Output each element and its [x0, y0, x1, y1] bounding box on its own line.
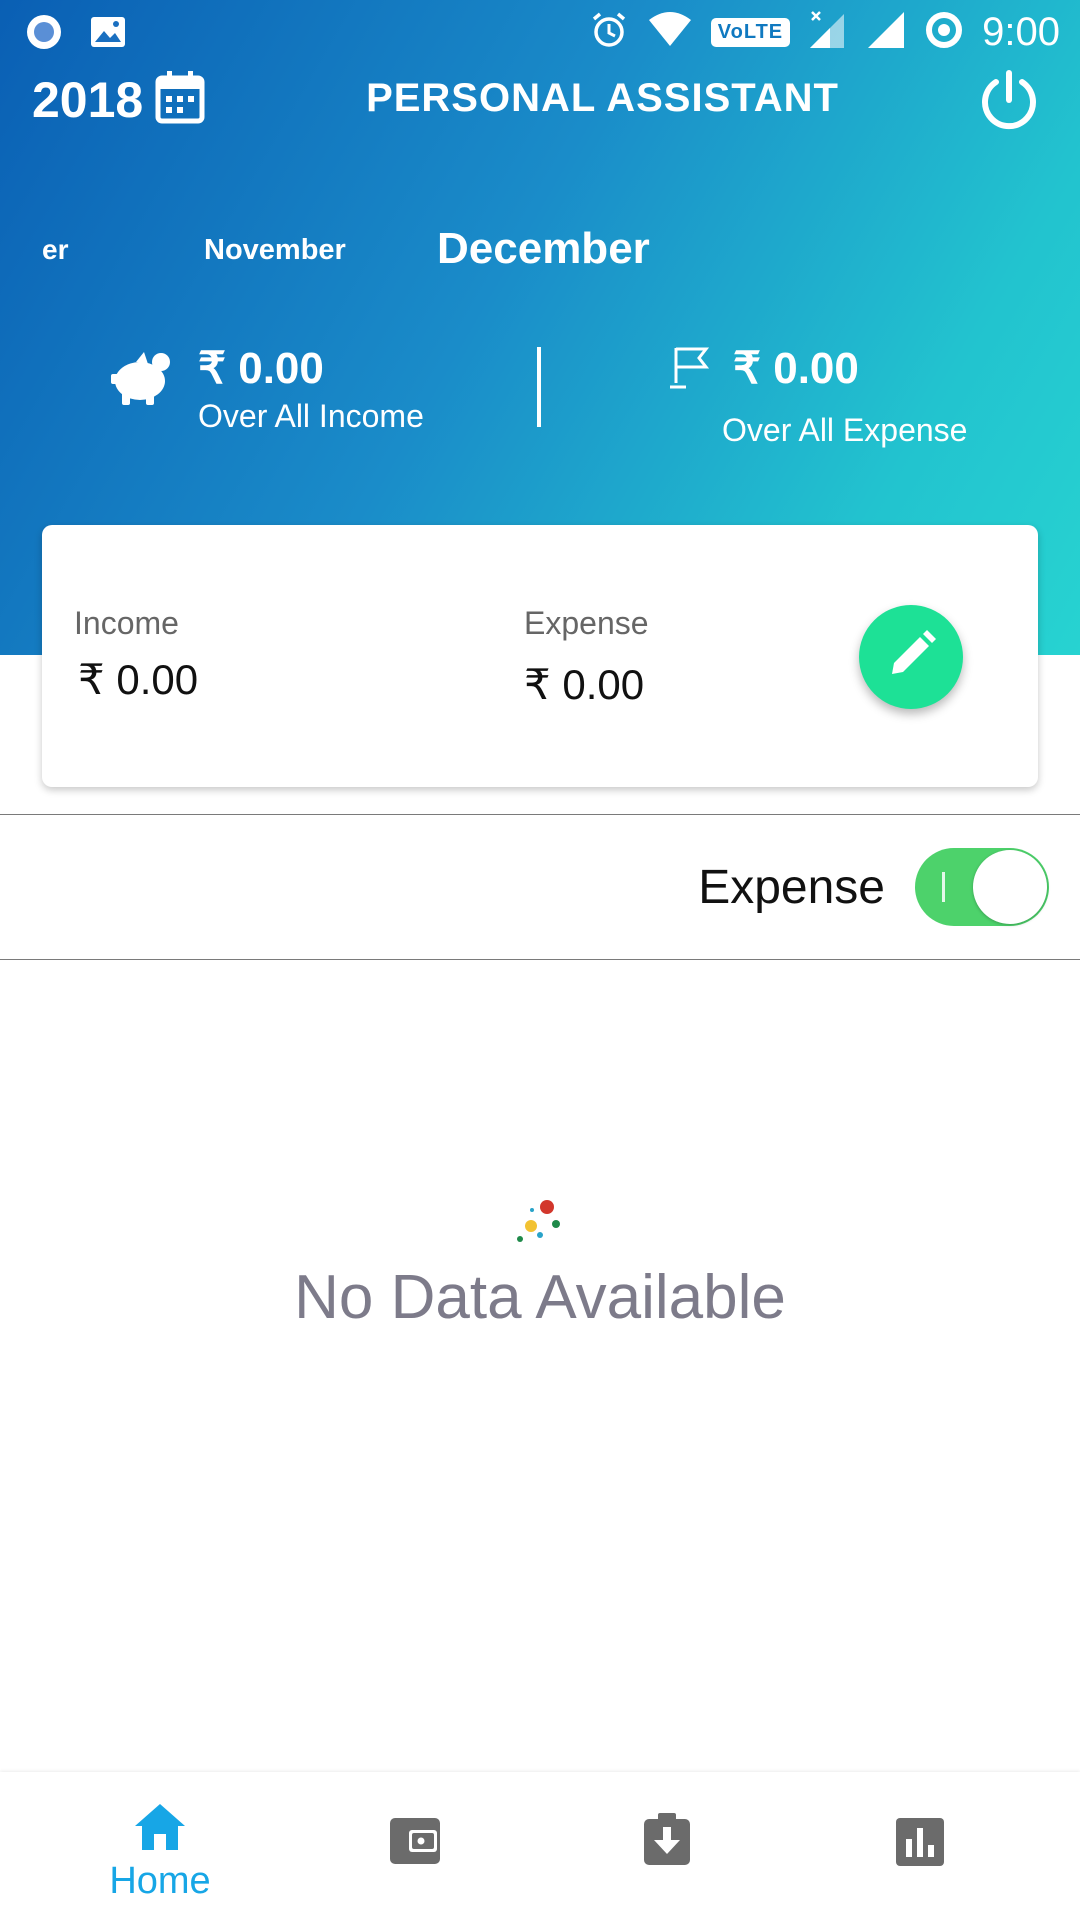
toggle-label: Expense	[698, 861, 885, 914]
bar-chart-icon	[895, 1817, 945, 1872]
card-expense-label: Expense	[524, 605, 649, 641]
pencil-icon	[886, 629, 936, 685]
overall-expense-label: Over All Expense	[722, 412, 968, 448]
volte-badge: VoLTE	[710, 18, 791, 47]
power-button[interactable]	[976, 68, 1042, 139]
nav-item-home[interactable]: Home	[25, 1772, 295, 1920]
nav-item-download[interactable]	[532, 1772, 802, 1920]
expense-toggle[interactable]	[915, 848, 1049, 926]
image-icon	[90, 16, 126, 53]
wallet-icon	[389, 1817, 441, 1870]
month-item-november[interactable]: November	[204, 234, 346, 267]
summary-card: Income ₹ 0.00 Expense ₹ 0.00	[42, 525, 1038, 787]
overall-income-label: Over All Income	[198, 398, 424, 434]
card-expense-value: ₹ 0.00	[524, 661, 645, 708]
card-income-value: ₹ 0.00	[78, 656, 199, 703]
card-income-label: Income	[74, 605, 179, 641]
signal-icon	[866, 10, 906, 55]
home-icon	[133, 1802, 187, 1857]
edit-button[interactable]	[859, 605, 963, 709]
signal-icon	[808, 10, 848, 55]
nav-item-stats[interactable]	[785, 1772, 1055, 1920]
data-saver-icon	[924, 10, 964, 55]
piggy-bank-icon	[110, 348, 172, 413]
month-item-december[interactable]: December	[437, 224, 650, 274]
app-title: PERSONAL ASSISTANT	[366, 76, 839, 120]
month-item-previous[interactable]: er	[42, 234, 68, 266]
wifi-icon	[647, 10, 693, 55]
status-bar: VoLTE 9:00	[0, 0, 1080, 64]
toggle-row-bottom-divider	[0, 959, 1080, 960]
empty-state-text: No Data Available	[294, 1263, 786, 1332]
nav-item-wallet[interactable]	[280, 1772, 550, 1920]
flag-icon	[668, 345, 712, 396]
download-clipboard-icon	[643, 1812, 691, 1871]
status-time: 9:00	[982, 10, 1060, 54]
overall-expense-amount: ₹ 0.00	[733, 344, 859, 393]
stats-divider	[537, 347, 541, 427]
record-icon	[24, 12, 64, 57]
toggle-knob	[973, 850, 1047, 924]
overall-income-amount: ₹ 0.00	[198, 344, 324, 393]
alarm-icon	[589, 10, 629, 55]
toggle-row-top-divider	[0, 814, 1080, 815]
nav-label-home: Home	[109, 1860, 211, 1902]
bottom-navigation: Home	[0, 1772, 1080, 1920]
power-icon	[976, 70, 1042, 138]
toggle-on-indicator	[942, 872, 945, 902]
loading-dots-icon	[512, 1194, 562, 1244]
